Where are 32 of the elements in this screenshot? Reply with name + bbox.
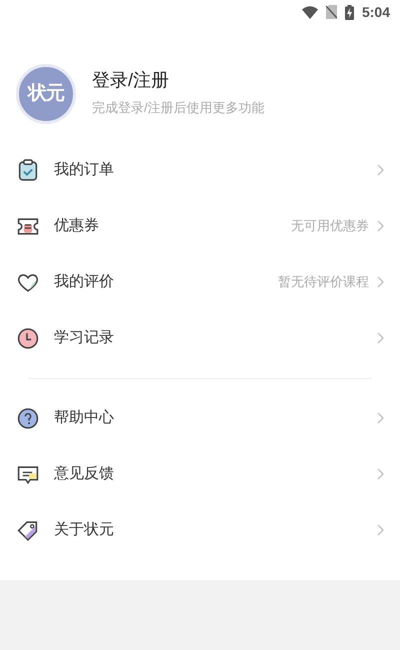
menu-item[interactable]: 学习记录 (0, 310, 400, 366)
menu-item[interactable]: 优惠券 无可用优惠券 (0, 198, 400, 254)
login-hint-text: 完成登录/注册后使用更多功能 (92, 99, 265, 118)
menu-value: 无可用优惠券 (291, 217, 369, 236)
chevron-right-icon (377, 468, 384, 480)
menu-item[interactable]: 意见反馈 (0, 446, 400, 502)
battery-charging-icon (344, 4, 354, 20)
menu-label: 优惠券 (54, 216, 100, 236)
login-register-link[interactable]: 登录/注册 (92, 70, 265, 92)
chevron-right-icon (377, 332, 384, 344)
clipboard-check-icon (16, 158, 40, 182)
wifi-icon (302, 6, 318, 18)
menu-item[interactable]: 帮助中心 (0, 390, 400, 446)
status-time: 5:04 (362, 2, 390, 22)
chevron-right-icon (377, 220, 384, 232)
menu-label: 意见反馈 (54, 464, 115, 484)
chevron-right-icon (377, 412, 384, 424)
menu-label: 学习记录 (54, 328, 115, 348)
no-sim-icon (326, 5, 337, 19)
menu-item[interactable]: 我的评价 暂无待评价课程 (0, 254, 400, 310)
clock-icon (16, 326, 40, 350)
chevron-right-icon (377, 524, 384, 536)
chevron-right-icon (377, 164, 384, 176)
menu-label: 帮助中心 (54, 408, 115, 428)
menu-label: 关于状元 (54, 520, 115, 540)
menu-label: 我的评价 (54, 272, 115, 292)
help-icon (16, 406, 40, 430)
menu-value: 暂无待评价课程 (278, 273, 369, 292)
menu-item[interactable]: 我的订单 (0, 142, 400, 198)
menu-label: 我的订单 (54, 160, 115, 180)
menu-item[interactable]: 关于状元 (0, 502, 400, 558)
chevron-right-icon (377, 276, 384, 288)
